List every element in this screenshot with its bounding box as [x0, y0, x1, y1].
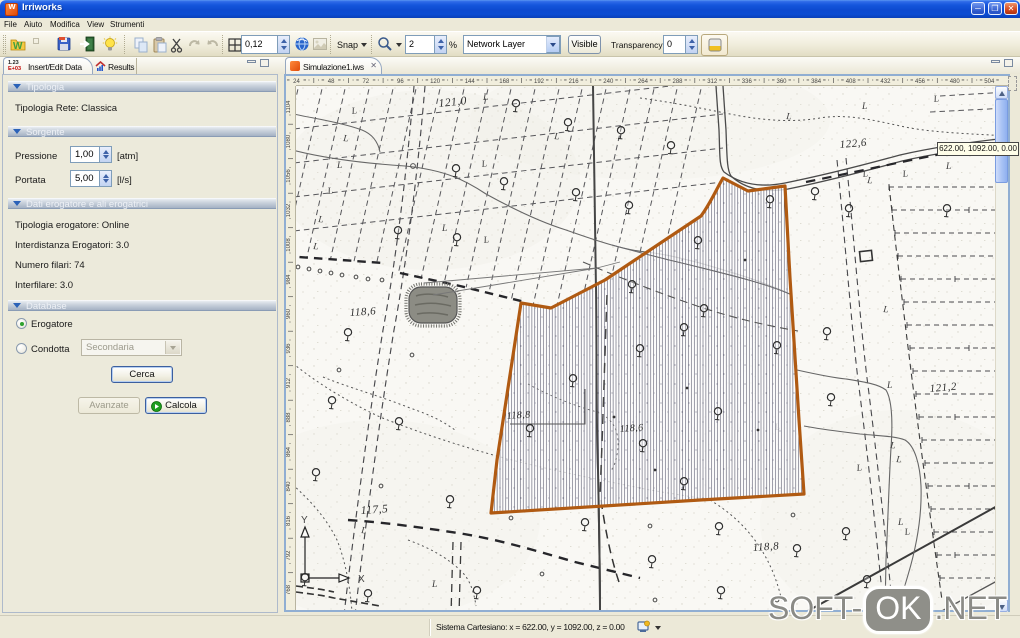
svg-text:W: W: [13, 41, 23, 52]
